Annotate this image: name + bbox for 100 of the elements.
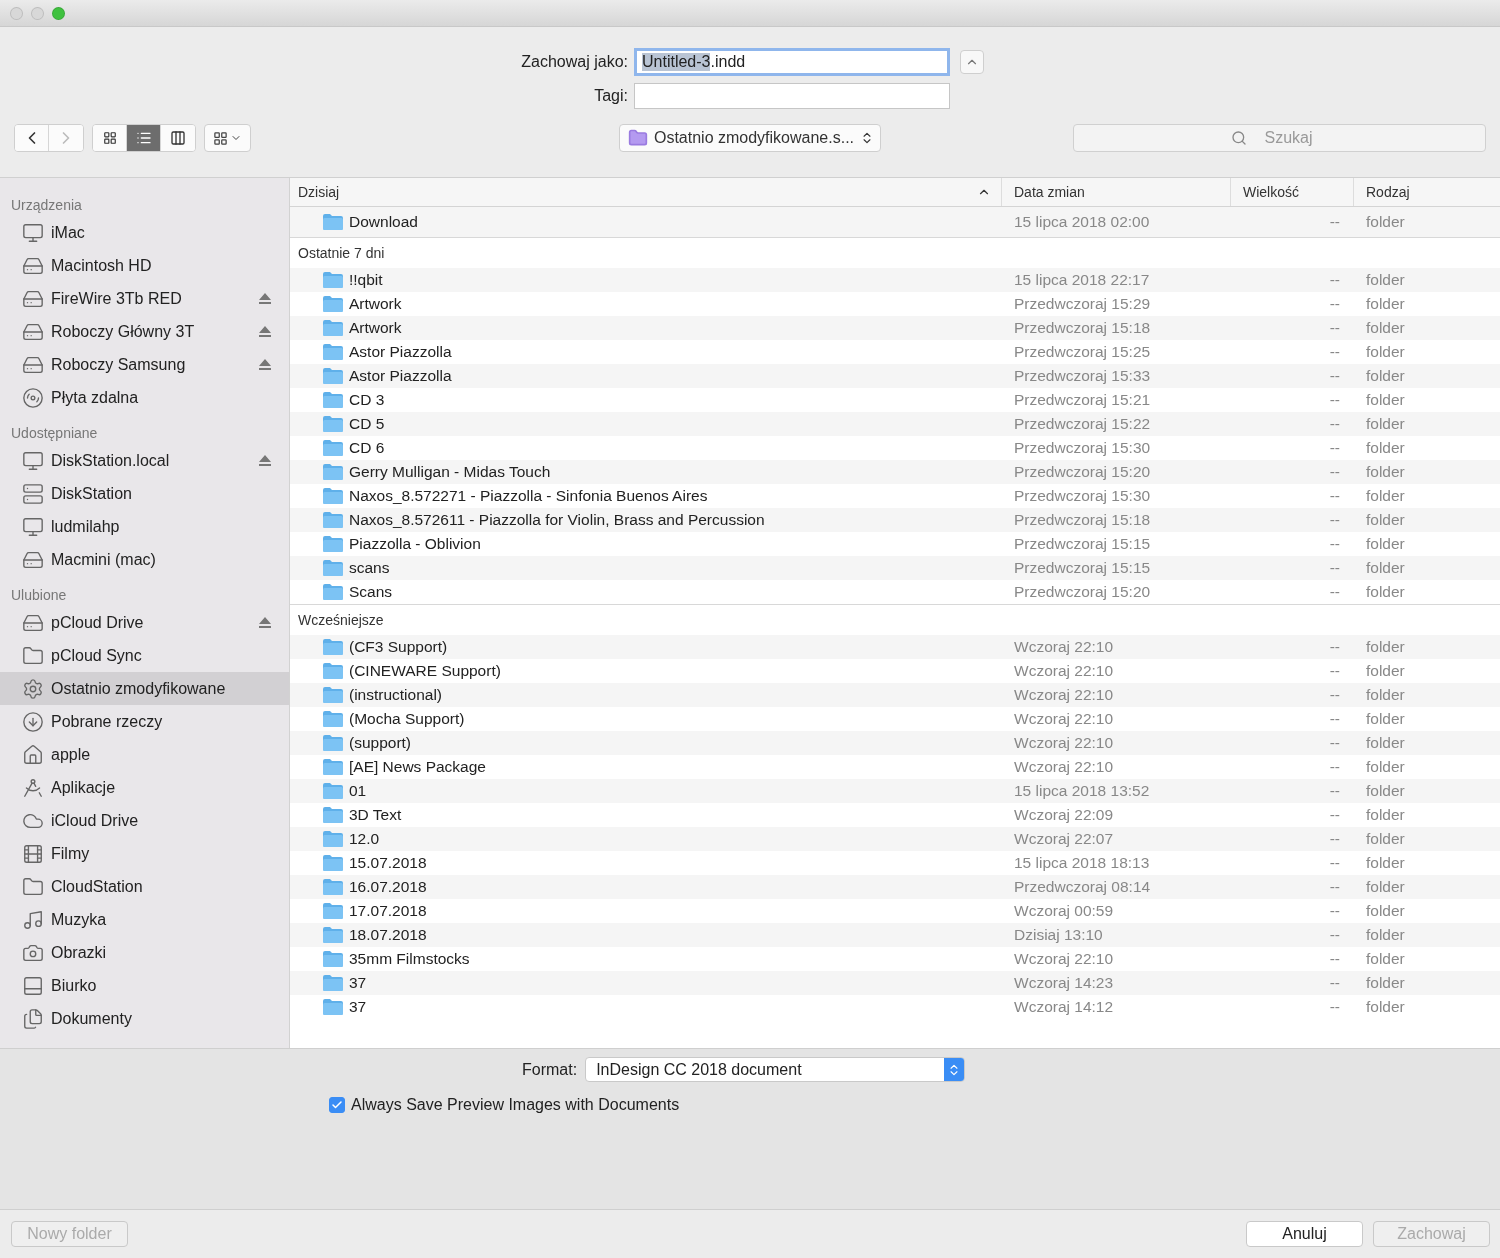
grid-icon	[213, 130, 228, 146]
file-row[interactable]: scans Przedwczoraj 15:15 -- folder	[290, 556, 1500, 580]
view-mode-control[interactable]	[92, 124, 196, 152]
file-name: 15.07.2018	[349, 854, 427, 872]
file-kind: folder	[1365, 511, 1406, 529]
folder-icon	[323, 999, 343, 1015]
sidebar-item[interactable]: DiskStation	[0, 477, 289, 510]
file-row[interactable]: Astor Piazzolla Przedwczoraj 15:33 -- folder	[290, 364, 1500, 388]
arrange-button[interactable]	[204, 124, 251, 152]
file-row[interactable]: Naxos_8.572611 - Piazzolla for Violin, Brass and Percussion Przedwczoraj 15:18 -- folder	[290, 508, 1500, 532]
file-date: Dzisiaj 13:10	[1013, 926, 1104, 944]
sidebar-item[interactable]: pCloud Drive	[0, 606, 289, 639]
file-row[interactable]: !!qbit 15 lipca 2018 22:17 -- folder	[290, 268, 1500, 292]
folder-icon	[323, 214, 343, 230]
grid-icon	[102, 131, 117, 145]
file-row[interactable]: 18.07.2018 Dzisiaj 13:10 -- folder	[290, 923, 1500, 947]
file-row[interactable]: (CF3 Support) Wczoraj 22:10 -- folder	[290, 635, 1500, 659]
zoom-button[interactable]	[52, 6, 65, 20]
sidebar-heading: Udostępniane	[10, 424, 99, 443]
file-row[interactable]: 16.07.2018 Przedwczoraj 08:14 -- folder	[290, 875, 1500, 899]
folder-icon	[323, 639, 343, 655]
file-row[interactable]: 37 Wczoraj 14:23 -- folder	[290, 971, 1500, 995]
folder-icon	[323, 440, 343, 456]
file-date: Wczoraj 14:23	[1013, 974, 1115, 992]
file-date: Wczoraj 22:09	[1013, 806, 1115, 824]
view-mode-button[interactable]	[127, 125, 161, 151]
filename-field[interactable]: Untitled-3.indd	[634, 48, 950, 76]
expand-button[interactable]	[960, 50, 984, 74]
column-header[interactable]: Dzisiaj	[290, 178, 1002, 206]
file-row[interactable]: Download 15 lipca 2018 02:00 -- folder	[290, 207, 1500, 237]
format-popup[interactable]: InDesign CC 2018 document	[585, 1057, 966, 1082]
sidebar-item[interactable]: pCloud Sync	[0, 639, 289, 672]
folder-icon	[323, 711, 343, 727]
server-icon	[22, 482, 44, 505]
sidebar-item[interactable]: CloudStation	[0, 870, 289, 903]
cancel-button[interactable]: Anuluj	[1246, 1221, 1363, 1247]
location-popup[interactable]: Ostatnio zmodyfikowane.s...	[618, 124, 882, 152]
sidebar-item[interactable]: Filmy	[0, 837, 289, 870]
sidebar-item[interactable]: Aplikacje	[0, 771, 289, 804]
sidebar-item[interactable]: Roboczy Samsung	[0, 348, 289, 381]
file-kind: folder	[1365, 583, 1406, 601]
sidebar-item[interactable]: Pobrane rzeczy	[0, 705, 289, 738]
download-icon	[22, 710, 44, 733]
file-kind: folder	[1365, 662, 1406, 680]
file-name: (support)	[349, 734, 412, 752]
column-header[interactable]: Data zmian	[1002, 178, 1231, 206]
file-row[interactable]: (support) Wczoraj 22:10 -- folder	[290, 731, 1500, 755]
sidebar-item[interactable]: Macintosh HD	[0, 249, 289, 282]
search-icon	[1231, 130, 1247, 146]
file-name: !!qbit	[349, 271, 383, 289]
sidebar-item[interactable]: Muzyka	[0, 903, 289, 936]
file-kind: folder	[1365, 271, 1406, 289]
file-size: --	[1328, 487, 1341, 505]
folder-icon	[323, 735, 343, 751]
view-mode-button[interactable]	[93, 125, 127, 151]
sidebar-item[interactable]: Obrazki	[0, 936, 289, 969]
sidebar-item[interactable]: FireWire 3Tb RED	[0, 282, 289, 315]
column-header[interactable]: Rodzaj	[1354, 178, 1500, 206]
tags-field[interactable]	[634, 83, 950, 109]
sidebar-item[interactable]: ludmilahp	[0, 510, 289, 543]
folder-icon	[323, 368, 343, 384]
format-label: Format:	[522, 1060, 578, 1079]
file-size: --	[1328, 662, 1341, 680]
sidebar-item[interactable]: iMac	[0, 216, 289, 249]
eject-icon[interactable]	[259, 617, 271, 628]
file-row[interactable]: CD 5 Przedwczoraj 15:22 -- folder	[290, 412, 1500, 436]
search-field[interactable]: Szukaj	[1073, 124, 1486, 152]
sidebar-item[interactable]: Dokumenty	[0, 1002, 289, 1035]
eject-icon[interactable]	[259, 359, 271, 370]
sidebar-item[interactable]: Ostatnio zmodyfikowane	[0, 672, 289, 705]
file-row[interactable]: 01 15 lipca 2018 13:52 -- folder	[290, 779, 1500, 803]
eject-icon[interactable]	[259, 326, 271, 337]
file-size: --	[1328, 583, 1341, 601]
eject-icon[interactable]	[259, 455, 271, 466]
sidebar-item[interactable]: Biurko	[0, 969, 289, 1002]
file-kind: folder	[1365, 710, 1406, 728]
sidebar-item[interactable]: Płyta zdalna	[0, 381, 289, 414]
file-row[interactable]: Artwork Przedwczoraj 15:18 -- folder	[290, 316, 1500, 340]
folder-icon	[22, 644, 44, 667]
file-date: Przedwczoraj 15:20	[1013, 463, 1152, 481]
sidebar-item[interactable]: DiskStation.local	[0, 444, 289, 477]
file-row[interactable]: Gerry Mulligan - Midas Touch Przedwczoraj 15:20 -- folder	[290, 460, 1500, 484]
eject-icon[interactable]	[259, 293, 271, 304]
file-name: 17.07.2018	[349, 902, 427, 920]
sidebar-item[interactable]: apple	[0, 738, 289, 771]
file-kind: folder	[1365, 535, 1406, 553]
file-row[interactable]: (instructional) Wczoraj 22:10 -- folder	[290, 683, 1500, 707]
file-kind: folder	[1365, 926, 1406, 944]
file-kind: folder	[1365, 343, 1406, 361]
file-row[interactable]: 12.0 Wczoraj 22:07 -- folder	[290, 827, 1500, 851]
file-name: [AE] News Package	[349, 758, 486, 776]
checkbox[interactable]	[329, 1097, 345, 1113]
sidebar-item[interactable]: Macmini (mac)	[0, 543, 289, 576]
file-kind: folder	[1365, 854, 1406, 872]
file-name: scans	[349, 559, 390, 577]
file-size: --	[1328, 998, 1341, 1016]
back-button[interactable]	[15, 125, 49, 151]
column-header[interactable]: Wielkość	[1231, 178, 1354, 206]
sidebar-item[interactable]: Roboczy Główny 3T	[0, 315, 289, 348]
sidebar-item[interactable]: iCloud Drive	[0, 804, 289, 837]
